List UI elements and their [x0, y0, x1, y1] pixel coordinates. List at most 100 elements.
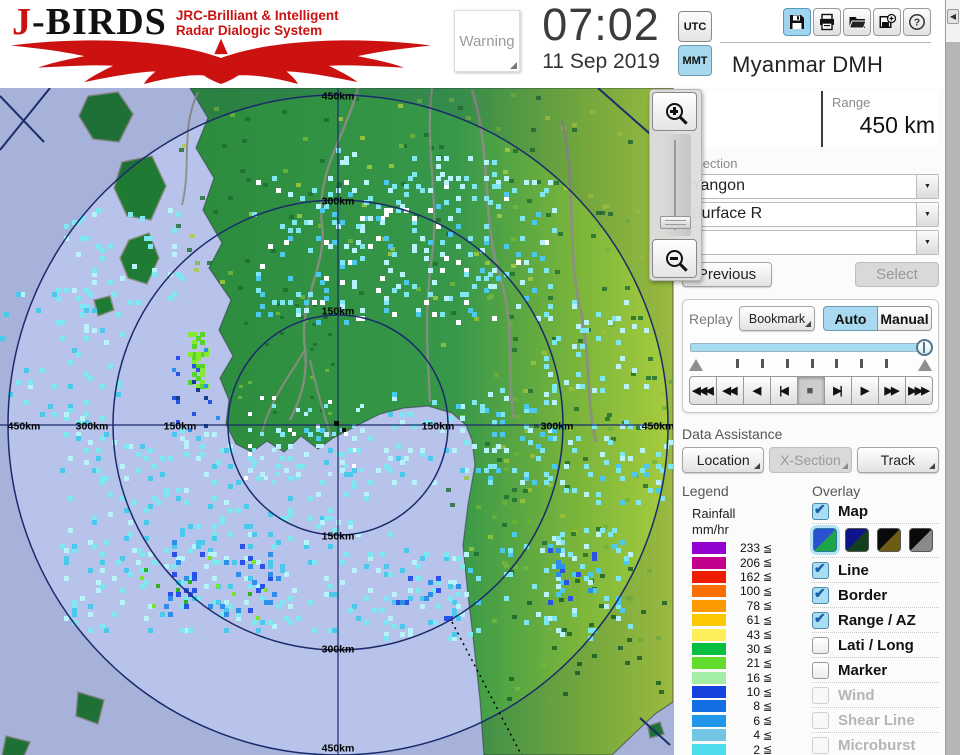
range-ring-label: 300km	[322, 644, 355, 656]
bookmark-button[interactable]: Bookmark	[739, 306, 815, 331]
overlay-row-shear-line: Shear Line	[812, 708, 939, 733]
jump-start-button[interactable]: ◀◀◀	[689, 376, 717, 405]
legend-color-swatch	[692, 542, 726, 554]
panel-collapse-button[interactable]: ◀	[947, 9, 959, 24]
checkbox-border[interactable]: ✔	[812, 587, 829, 604]
replay-slider-track	[690, 343, 920, 352]
step-back-button[interactable]: |◀	[770, 376, 798, 405]
clock-date: 11 Sep 2019	[532, 50, 670, 74]
slider-tick	[761, 359, 764, 368]
slider-end-marker-icon[interactable]	[918, 359, 932, 371]
header-right: ? Myanmar DMH	[712, 0, 945, 88]
save-icon	[788, 13, 806, 31]
slider-start-marker-icon[interactable]	[689, 359, 703, 371]
chevron-down-icon: ▼	[924, 183, 931, 190]
legend-color-swatch	[692, 557, 726, 569]
range-ring-label: 300km	[76, 421, 109, 433]
legend-color-swatch	[692, 686, 726, 698]
map-style-swatches	[812, 524, 939, 558]
range-label: Range	[832, 95, 935, 110]
select-button[interactable]: Select	[855, 262, 939, 287]
panel-scrollbar[interactable]: ◀	[945, 0, 960, 755]
overlay-item-label: Microburst	[838, 737, 916, 754]
legend-color-swatch	[692, 729, 726, 741]
legend-value: 8	[726, 699, 760, 713]
location-button[interactable]: Location	[682, 447, 764, 473]
legend-value: 30	[726, 642, 760, 656]
site-dropdown-button[interactable]: ▼	[916, 175, 938, 198]
auto-button[interactable]: Auto	[823, 306, 878, 331]
step-forward-button[interactable]: ▶|	[824, 376, 852, 405]
zoom-out-button[interactable]	[652, 239, 697, 278]
legend-row: 8≦	[682, 699, 800, 713]
checkbox-line[interactable]: ✔	[812, 562, 829, 579]
playback-controls: ◀◀◀◀◀◀|◀■▶|▶▶▶▶▶▶	[689, 376, 932, 405]
check-icon: ✔	[814, 560, 826, 577]
overlay-item-label: Lati / Long	[838, 637, 914, 654]
map-style-4[interactable]	[909, 528, 933, 552]
manual-button[interactable]: Manual	[878, 306, 932, 331]
jump-end-button[interactable]: ▶▶▶	[905, 376, 933, 405]
option-dropdown[interactable]: ▼	[682, 230, 939, 255]
option-dropdown-button[interactable]: ▼	[916, 231, 938, 254]
checkbox-map[interactable]: ✔	[812, 503, 829, 520]
stop-button[interactable]: ■	[797, 376, 825, 405]
overlay-row-border: ✔Border	[812, 583, 939, 608]
replay-slider-ticks	[689, 357, 932, 372]
help-button[interactable]: ?	[903, 8, 931, 36]
track-button[interactable]: Track	[857, 447, 939, 473]
legend-row: 206≦	[682, 555, 800, 569]
warning-button[interactable]: Warning	[454, 10, 520, 72]
play-reverse-button[interactable]: ◀	[743, 376, 771, 405]
map-style-2[interactable]	[845, 528, 869, 552]
lte-icon: ≦	[763, 570, 772, 583]
checkbox-lati-long[interactable]	[812, 637, 829, 654]
product-dropdown-button[interactable]: ▼	[916, 203, 938, 226]
overlay-row-line: ✔Line	[812, 558, 939, 583]
legend-row: 100≦	[682, 584, 800, 598]
fast-forward-button[interactable]: ▶▶	[878, 376, 906, 405]
lte-icon: ≦	[763, 700, 772, 713]
radar-map[interactable]: 450km300km150km150km300km450km450km300km…	[0, 88, 673, 755]
zoom-slider-handle[interactable]	[660, 216, 691, 229]
slider-tick	[736, 359, 739, 368]
legend-row: 233≦	[682, 541, 800, 555]
overlay-label: Overlay	[812, 483, 939, 499]
fast-rewind-button[interactable]: ◀◀	[716, 376, 744, 405]
map-style-1[interactable]	[813, 528, 837, 552]
print-button[interactable]	[813, 8, 841, 36]
legend-value: 206	[726, 556, 760, 570]
legend-color-swatch	[692, 744, 726, 755]
checkbox-marker[interactable]	[812, 662, 829, 679]
mmt-button[interactable]: MMT	[678, 45, 712, 76]
lte-icon: ≦	[763, 599, 772, 612]
site-dropdown-value: Yangon	[683, 175, 916, 198]
utc-button[interactable]: UTC	[678, 11, 712, 42]
map-style-3[interactable]	[877, 528, 901, 552]
replay-slider-handle[interactable]	[916, 339, 933, 356]
add-image-button[interactable]	[873, 8, 901, 36]
overlay-row-range-az: ✔Range / AZ	[812, 608, 939, 633]
play-button[interactable]: ▶	[851, 376, 879, 405]
slider-tick	[786, 359, 789, 368]
lte-icon: ≦	[763, 628, 772, 641]
legend-value: 10	[726, 685, 760, 699]
legend-unit: Rainfall mm/hr	[692, 506, 800, 538]
site-dropdown[interactable]: Yangon ▼	[682, 174, 939, 199]
selection-label: Selection	[684, 156, 939, 171]
x-section-button[interactable]: X-Section	[769, 447, 851, 473]
legend-color-swatch	[692, 614, 726, 626]
product-dropdown[interactable]: Surface R ▼	[682, 202, 939, 227]
range-ring-label: 150km	[322, 531, 355, 543]
save-button[interactable]	[783, 8, 811, 36]
checkbox-range-az[interactable]: ✔	[812, 612, 829, 629]
checkbox-microburst	[812, 737, 829, 754]
folder-button[interactable]	[843, 8, 871, 36]
lte-icon: ≦	[763, 556, 772, 569]
zoom-in-icon	[666, 103, 683, 120]
header: J-BIRDS JRC-Brilliant & Intelligent Rada…	[0, 0, 945, 88]
zoom-in-button[interactable]	[652, 92, 697, 131]
zoom-slider[interactable]	[660, 134, 691, 236]
resize-grip-icon	[510, 62, 517, 69]
replay-slider[interactable]	[689, 340, 932, 356]
